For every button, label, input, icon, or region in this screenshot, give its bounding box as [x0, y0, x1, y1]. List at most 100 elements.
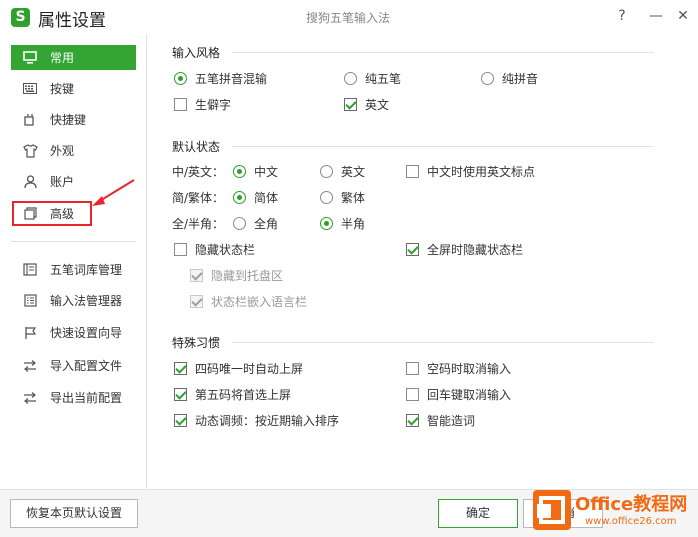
checkbox-indicator — [190, 269, 203, 282]
radio-chinese[interactable]: 中文 — [233, 163, 278, 180]
ok-button[interactable]: 确定 — [438, 499, 518, 528]
radio-half-width[interactable]: 半角 — [320, 215, 365, 232]
sogou-logo-icon: S — [11, 8, 30, 27]
watermark-title: Office教程网 — [575, 494, 688, 515]
checkbox-hide-status-bar[interactable]: 隐藏状态栏 — [174, 241, 255, 258]
label-full-half: 全/半角： — [172, 217, 225, 231]
checkbox-indicator — [406, 414, 419, 427]
checkbox-indicator — [406, 243, 419, 256]
checkbox-english[interactable]: 英文 — [344, 96, 389, 113]
list-icon — [22, 293, 38, 309]
checkbox-indicator — [174, 243, 187, 256]
checkbox-embed-lang-bar: 状态栏嵌入语言栏 — [190, 293, 307, 310]
checkbox-indicator — [344, 98, 357, 111]
checkbox-indicator — [406, 362, 419, 375]
office-logo-icon — [533, 490, 571, 530]
section-title-special-habits: 特殊习惯 — [172, 336, 221, 350]
keyboard-icon — [22, 81, 38, 97]
radio-indicator — [174, 72, 187, 85]
export-icon — [22, 390, 38, 406]
sidebar-item-label: 输入法管理器 — [50, 294, 123, 308]
sidebar-item-label: 账户 — [50, 175, 75, 189]
radio-indicator — [233, 217, 246, 230]
radio-indicator — [320, 191, 333, 204]
help-icon[interactable]: ? — [611, 6, 633, 26]
watermark-url: www.office26.com — [585, 516, 677, 527]
annotation-highlight-box — [12, 201, 92, 226]
sidebar-item-setup-wizard[interactable]: 快速设置向导 — [11, 320, 136, 345]
checkbox-indicator — [174, 362, 187, 375]
checkbox-indicator — [174, 98, 187, 111]
radio-indicator — [344, 72, 357, 85]
radio-indicator — [320, 165, 333, 178]
radio-indicator — [233, 165, 246, 178]
checkbox-indicator — [406, 165, 419, 178]
dictionary-icon — [22, 262, 38, 278]
radio-traditional[interactable]: 繁体 — [320, 189, 365, 206]
section-title-default-state: 默认状态 — [172, 140, 221, 154]
sidebar-item-import-config[interactable]: 导入配置文件 — [11, 353, 136, 378]
label-cn-en: 中/英文： — [172, 165, 225, 179]
checkbox-indicator — [406, 388, 419, 401]
sidebar-item-ime-manager[interactable]: 输入法管理器 — [11, 288, 136, 313]
radio-simplified[interactable]: 简体 — [233, 189, 278, 206]
sidebar-item-export-config[interactable]: 导出当前配置 — [11, 385, 136, 410]
monitor-icon — [22, 50, 38, 66]
window-title: 搜狗五笔输入法 — [306, 11, 391, 25]
checkbox-indicator — [190, 295, 203, 308]
radio-full-width[interactable]: 全角 — [233, 215, 278, 232]
sidebar-item-wubi-dictionary[interactable]: 五笔词库管理 — [11, 257, 136, 282]
sidebar: 常用 按键 快捷键 外观 账户 高级 五笔词库管理 输入法管理器 快速设置向导 … — [0, 34, 147, 489]
sidebar-item-label: 外观 — [50, 144, 75, 158]
checkbox-english-punct[interactable]: 中文时使用英文标点 — [406, 163, 535, 180]
sidebar-item-keys[interactable]: 按键 — [11, 76, 136, 101]
title-bar: S 属性设置 搜狗五笔输入法 ? — ✕ — [0, 0, 698, 34]
sidebar-item-label: 常用 — [50, 51, 75, 65]
sidebar-item-label: 五笔词库管理 — [50, 263, 123, 277]
checkbox-hide-to-tray: 隐藏到托盘区 — [190, 267, 283, 284]
sidebar-item-common[interactable]: 常用 — [11, 45, 136, 70]
sidebar-item-label: 导出当前配置 — [50, 391, 123, 405]
flag-icon — [22, 325, 38, 341]
label-simp-trad: 简/繁体： — [172, 191, 225, 205]
radio-indicator — [233, 191, 246, 204]
sidebar-item-label: 快捷键 — [50, 113, 87, 127]
sidebar-divider — [11, 241, 136, 242]
checkbox-enter-cancel[interactable]: 回车键取消输入 — [406, 386, 511, 403]
radio-indicator — [320, 217, 333, 230]
radio-indicator — [481, 72, 494, 85]
checkbox-auto-commit-unique[interactable]: 四码唯一时自动上屏 — [174, 360, 303, 377]
checkbox-cancel-on-empty[interactable]: 空码时取消输入 — [406, 360, 511, 377]
shortcut-icon — [22, 112, 38, 128]
close-icon[interactable]: ✕ — [672, 6, 694, 26]
restore-defaults-button[interactable]: 恢复本页默认设置 — [10, 499, 138, 528]
checkbox-indicator — [174, 388, 187, 401]
tshirt-icon — [22, 143, 38, 159]
checkbox-smart-word[interactable]: 智能造词 — [406, 412, 475, 429]
radio-english[interactable]: 英文 — [320, 163, 365, 180]
app-title: 属性设置 — [38, 11, 106, 31]
import-icon — [22, 358, 38, 374]
section-divider — [232, 52, 654, 53]
checkbox-rare-char[interactable]: 生僻字 — [174, 96, 231, 113]
watermark: Office教程网 www.office26.com — [533, 488, 693, 534]
checkbox-indicator — [174, 414, 187, 427]
section-divider — [232, 342, 654, 343]
section-divider — [232, 146, 654, 147]
sidebar-item-label: 按键 — [50, 82, 75, 96]
radio-mode-pure-pinyin[interactable]: 纯拼音 — [481, 70, 538, 87]
checkbox-hide-on-fullscreen[interactable]: 全屏时隐藏状态栏 — [406, 241, 523, 258]
user-icon — [22, 174, 38, 190]
sidebar-item-shortcuts[interactable]: 快捷键 — [11, 107, 136, 132]
checkbox-fifth-code-commit[interactable]: 第五码将首选上屏 — [174, 386, 291, 403]
sidebar-item-label: 快速设置向导 — [50, 326, 123, 340]
section-title-input-style: 输入风格 — [172, 46, 221, 60]
minimize-icon[interactable]: — — [645, 6, 667, 26]
checkbox-dynamic-frequency[interactable]: 动态调频：按近期输入排序 — [174, 412, 339, 429]
radio-mode-mixed[interactable]: 五笔拼音混输 — [174, 70, 267, 87]
radio-mode-pure-wubi[interactable]: 纯五笔 — [344, 70, 401, 87]
sidebar-item-appearance[interactable]: 外观 — [11, 138, 136, 163]
annotation-arrow-icon — [92, 179, 135, 206]
settings-panel: 输入风格 五笔拼音混输 纯五笔 纯拼音 生僻字 英文 默认状态 中/英文： 中文… — [148, 34, 698, 489]
sidebar-item-label: 导入配置文件 — [50, 359, 123, 373]
